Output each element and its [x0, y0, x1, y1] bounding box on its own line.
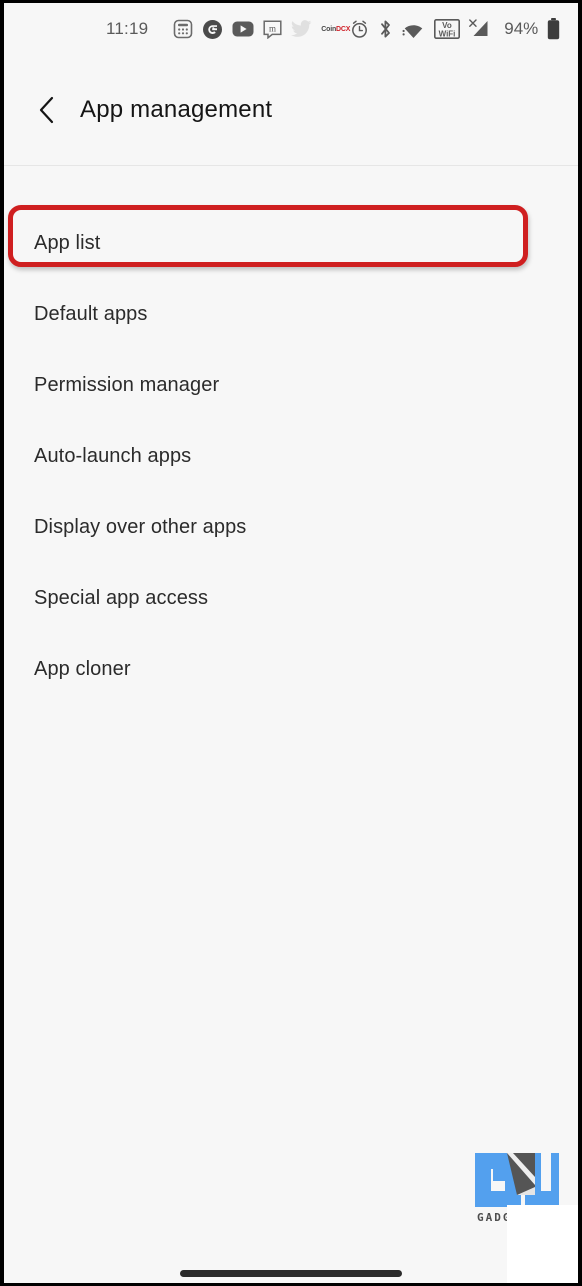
- coindcx-icon-part1: Coin: [321, 25, 337, 33]
- svg-text:m: m: [269, 23, 276, 33]
- mint-icon: m: [263, 19, 282, 39]
- list-item-label: Special app access: [34, 587, 209, 609]
- settings-list: App list Default apps Permission manager…: [4, 166, 578, 705]
- google-icon: [202, 19, 223, 40]
- list-item-auto-launch-apps[interactable]: Auto-launch apps: [4, 421, 578, 492]
- phone-screen: 11:19 m CoinDCX Vo WiFi 94% App manageme…: [4, 3, 578, 1283]
- bluetooth-icon: [378, 19, 393, 39]
- list-item-default-apps[interactable]: Default apps: [4, 279, 578, 350]
- wifi-icon: [402, 20, 425, 39]
- status-bar-clock: 11:19: [106, 19, 149, 38]
- back-button[interactable]: [30, 93, 64, 127]
- twitter-icon: [291, 20, 312, 38]
- list-item-label: App list: [34, 232, 101, 254]
- vowifi-icon: Vo WiFi: [434, 19, 461, 39]
- list-item-app-cloner[interactable]: App cloner: [4, 634, 578, 705]
- list-item-label: Permission manager: [34, 374, 220, 396]
- svg-text:WiFi: WiFi: [439, 30, 456, 39]
- page-title: App management: [80, 96, 273, 123]
- app-bar: App management: [4, 55, 578, 165]
- list-item-label: App cloner: [34, 658, 131, 680]
- list-item-special-app-access[interactable]: Special app access: [4, 563, 578, 634]
- status-bar-right: Vo WiFi 94%: [350, 18, 560, 40]
- cellular-signal-icon: [469, 19, 491, 39]
- youtube-icon: [232, 21, 254, 37]
- navigation-bar: [4, 1249, 578, 1283]
- coindcx-icon: CoinDCX: [321, 26, 350, 33]
- coindcx-icon-part2: DCX: [336, 25, 351, 33]
- status-bar: 11:19 m CoinDCX Vo WiFi 94%: [4, 3, 578, 55]
- list-item-permission-manager[interactable]: Permission manager: [4, 350, 578, 421]
- chevron-left-icon: [39, 96, 54, 124]
- status-bar-left: 11:19 m CoinDCX: [106, 19, 350, 40]
- list-item-app-list[interactable]: App list: [4, 208, 578, 279]
- list-item-label: Auto-launch apps: [34, 445, 192, 467]
- battery-icon: [547, 18, 560, 40]
- list-item-display-over-other-apps[interactable]: Display over other apps: [4, 492, 578, 563]
- list-item-label: Display over other apps: [34, 516, 247, 538]
- list-item-label: Default apps: [34, 303, 148, 325]
- alarm-icon: [350, 20, 369, 39]
- home-indicator[interactable]: [180, 1269, 402, 1277]
- battery-percent-label: 94%: [504, 19, 539, 38]
- calculator-icon: [173, 19, 193, 39]
